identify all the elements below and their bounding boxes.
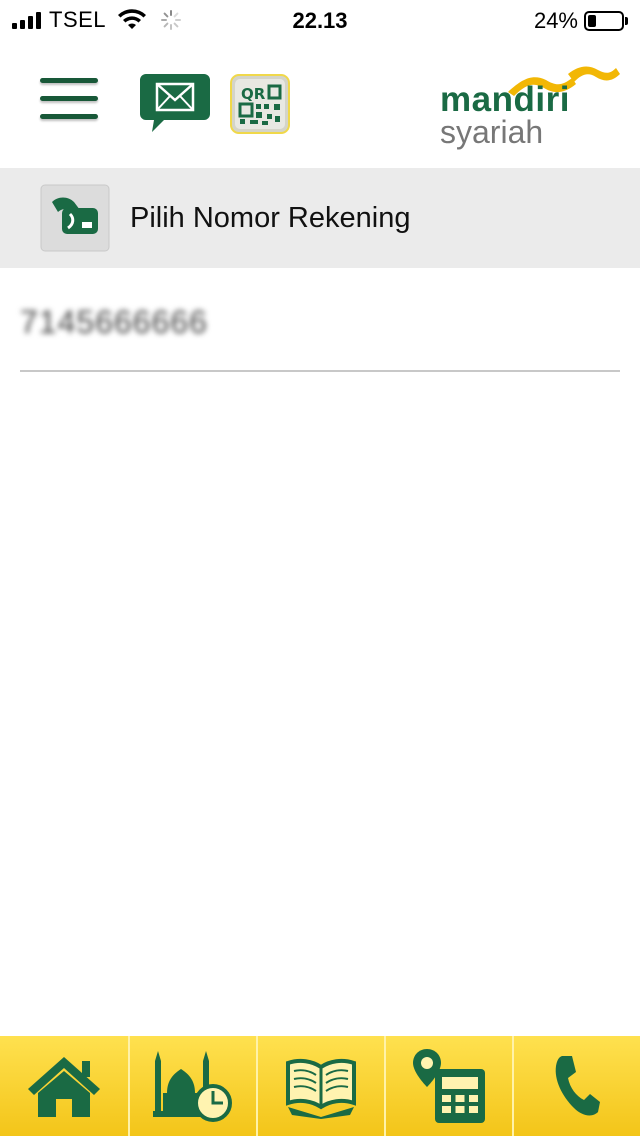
status-bar: TSEL 22.13 24%	[0, 0, 640, 40]
battery-icon	[584, 11, 624, 31]
battery-percentage: 24%	[533, 8, 578, 33]
nav-prayer-time[interactable]	[128, 1036, 256, 1136]
branch-locator-icon	[413, 1049, 485, 1123]
mandiri-syariah-logo: mandiri syariah	[438, 60, 628, 150]
account-card-icon	[40, 184, 110, 252]
page-title: Pilih Nomor Rekening	[130, 202, 411, 234]
nav-quran[interactable]	[256, 1036, 384, 1136]
bottom-nav	[0, 1036, 640, 1136]
quran-icon	[286, 1058, 356, 1119]
divider	[20, 370, 620, 372]
menu-button[interactable]	[40, 76, 100, 124]
message-button[interactable]	[138, 72, 212, 134]
section-header: Pilih Nomor Rekening	[0, 168, 640, 268]
qr-code-icon: QR	[230, 74, 290, 134]
prayer-time-icon	[153, 1051, 232, 1122]
qr-button[interactable]: QR	[230, 74, 290, 134]
nav-call[interactable]	[512, 1036, 640, 1136]
logo-text-syariah: syariah	[440, 114, 544, 150]
nav-branch-locator[interactable]	[384, 1036, 512, 1136]
nav-home[interactable]	[0, 1036, 128, 1136]
qr-label: QR	[241, 85, 266, 103]
list-item-account[interactable]: 7145666666	[20, 280, 620, 372]
home-icon	[28, 1057, 100, 1117]
app-header: QR mandiri syariah	[0, 40, 640, 168]
account-number: 7145666666	[20, 304, 208, 340]
phone-icon	[555, 1056, 600, 1116]
